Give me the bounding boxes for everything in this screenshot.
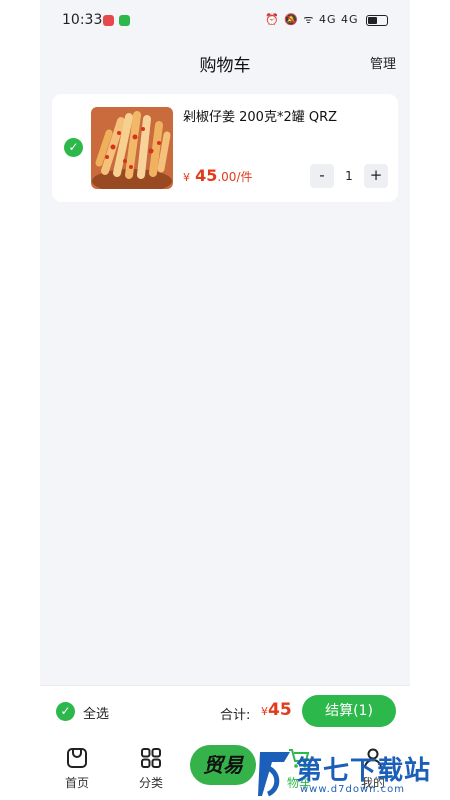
check-icon: ✓ bbox=[68, 140, 79, 154]
product-image[interactable] bbox=[91, 107, 173, 189]
quantity-value[interactable]: 1 bbox=[338, 164, 360, 188]
status-bar: 10:33 ⏰ 🔕 ᯤ 4G 4G bbox=[40, 0, 410, 40]
phone-screen: 10:33 ⏰ 🔕 ᯤ 4G 4G 购物车 管理 ✓ 剁椒仔姜 200克*2罐 … bbox=[40, 0, 410, 800]
status-time: 10:33 bbox=[62, 12, 103, 28]
product-name[interactable]: 剁椒仔姜 200克*2罐 QRZ bbox=[183, 106, 337, 125]
tab-home[interactable]: 首页 bbox=[40, 738, 114, 800]
manage-button[interactable]: 管理 bbox=[370, 53, 396, 72]
tab-category[interactable]: 分类 bbox=[114, 738, 188, 800]
price-integer: 45 bbox=[195, 166, 218, 185]
select-all-checkbox[interactable]: ✓ bbox=[56, 702, 75, 721]
decrease-quantity-button[interactable]: - bbox=[310, 164, 334, 188]
status-icons-text: ⏰ 🔕 ᯤ 4G 4G bbox=[265, 13, 359, 26]
quantity-stepper: - 1 + bbox=[310, 164, 388, 188]
home-icon bbox=[67, 748, 87, 768]
trade-badge[interactable]: 贸易 bbox=[190, 745, 256, 785]
total-label: 合计: bbox=[220, 708, 251, 723]
page-header: 购物车 管理 bbox=[40, 40, 410, 84]
page-title: 购物车 bbox=[199, 56, 251, 76]
item-checkbox[interactable]: ✓ bbox=[64, 138, 83, 157]
select-all-label[interactable]: 全选 bbox=[83, 703, 109, 722]
d7down-logo-icon bbox=[258, 752, 290, 797]
check-icon: ✓ bbox=[60, 704, 71, 718]
total-currency: ¥ bbox=[261, 705, 268, 718]
cart-item-card[interactable]: ✓ 剁椒仔姜 200克*2罐 QRZ ¥ 45.00/件 - 1 + bbox=[52, 94, 398, 202]
tab-category-label: 分类 bbox=[138, 776, 163, 790]
tab-home-label: 首页 bbox=[64, 776, 89, 790]
app-notification-icon-red bbox=[103, 15, 114, 26]
category-icon bbox=[141, 748, 161, 768]
total-amount: ¥45 bbox=[261, 700, 292, 720]
price-currency: ¥ bbox=[183, 171, 190, 184]
checkout-button[interactable]: 结算(1) bbox=[302, 695, 396, 727]
watermark-site-name: 第七下载站 bbox=[296, 756, 432, 786]
battery-icon bbox=[366, 14, 388, 26]
status-indicators: ⏰ 🔕 ᯤ 4G 4G bbox=[265, 12, 388, 27]
increase-quantity-button[interactable]: + bbox=[364, 164, 388, 188]
price-decimal: .00/件 bbox=[217, 170, 253, 184]
app-notification-icon-green bbox=[119, 15, 130, 26]
watermark-url: www.d7down.com bbox=[300, 784, 406, 795]
product-price: ¥ 45.00/件 bbox=[183, 166, 253, 185]
checkout-bar: ✓ 全选 合计: ¥45 结算(1) bbox=[40, 685, 410, 738]
pickled-ginger-image bbox=[91, 107, 173, 189]
total-value: 45 bbox=[268, 700, 292, 720]
